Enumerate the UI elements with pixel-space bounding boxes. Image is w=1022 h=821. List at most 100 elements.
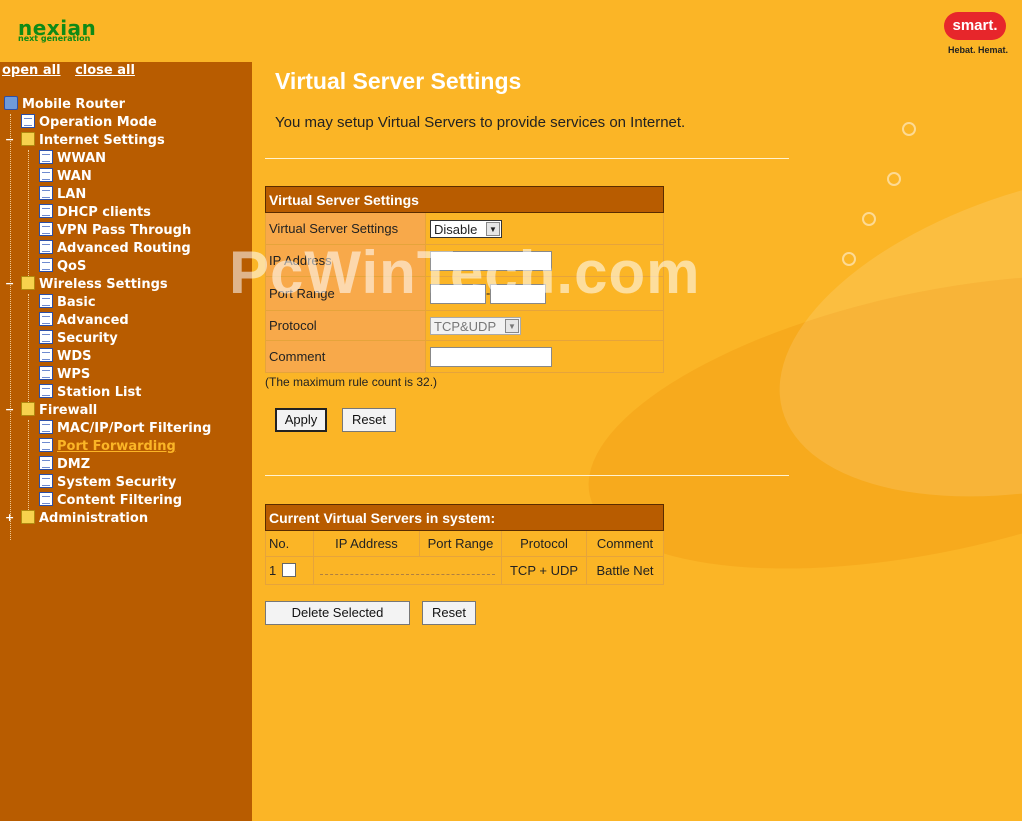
reset-table-button[interactable]: Reset (422, 601, 476, 625)
page-icon (39, 456, 53, 470)
apply-button[interactable]: Apply (275, 408, 327, 432)
tree-item-wwan[interactable]: WWAN (39, 150, 106, 168)
header: nexian next generation smart. Hebat. Hem… (0, 0, 1022, 62)
collapse-icon[interactable]: − (5, 403, 14, 416)
row-protocol-cell: TCP + UDP (501, 556, 587, 585)
page-icon (39, 312, 53, 326)
tree-item-dhcp-clients[interactable]: DHCP clients (39, 204, 151, 222)
smart-tagline: Hebat. Hemat. (948, 45, 1009, 55)
tree-item-system-security[interactable]: System Security (39, 474, 176, 492)
form-header: Virtual Server Settings (265, 186, 664, 213)
chevron-down-icon: ▼ (486, 221, 500, 236)
nexian-tagline: next generation (18, 34, 91, 43)
folder-open-icon (21, 402, 35, 416)
divider (265, 158, 789, 159)
tree-item-content-filtering[interactable]: Content Filtering (39, 492, 182, 510)
delete-selected-button[interactable]: Delete Selected (265, 601, 410, 625)
column-header-comment: Comment (586, 530, 664, 557)
tree-item-administration[interactable]: Administration (21, 510, 148, 528)
reset-button[interactable]: Reset (342, 408, 396, 432)
watermark-text: PcWinTech.com (229, 239, 701, 306)
tree-item-mac-ip-port-filtering[interactable]: MAC/IP/Port Filtering (39, 420, 211, 438)
expand-icon[interactable]: + (5, 511, 14, 524)
tree-line (28, 150, 29, 276)
page-icon (39, 258, 53, 272)
hex-decoration-icon (842, 252, 856, 266)
tree-item-advanced[interactable]: Advanced (39, 312, 129, 330)
page-icon (39, 384, 53, 398)
hex-decoration-icon (862, 212, 876, 226)
current-servers-table: Current Virtual Servers in system: No. I… (265, 504, 664, 585)
tree-item-basic[interactable]: Basic (39, 294, 96, 312)
row-comment-cell: Battle Net (586, 556, 664, 585)
sidebar: open all close all Mobile Router Operati… (0, 62, 252, 821)
close-all-link[interactable]: close all (75, 63, 135, 78)
page-icon (39, 366, 53, 380)
folder-open-icon (21, 276, 35, 290)
page-icon (39, 492, 53, 506)
page-icon (39, 474, 53, 488)
tree-item-station-list[interactable]: Station List (39, 384, 141, 402)
obscured-ip-port-cell (313, 556, 502, 585)
comment-label: Comment (265, 340, 426, 373)
table-row: 1 TCP + UDP Battle Net (265, 556, 664, 585)
column-header-port-range: Port Range (419, 530, 502, 557)
tree-item-advanced-routing[interactable]: Advanced Routing (39, 240, 191, 258)
hex-decoration-icon (902, 122, 916, 136)
tree-item-qos[interactable]: QoS (39, 258, 86, 276)
tree-item-vpn-pass-through[interactable]: VPN Pass Through (39, 222, 191, 240)
tree-item-mobile-router[interactable]: Mobile Router (4, 96, 125, 114)
tree-line (10, 114, 11, 540)
page-icon (39, 150, 53, 164)
tree-item-wan[interactable]: WAN (39, 168, 92, 186)
open-all-link[interactable]: open all (2, 63, 61, 78)
page-intro: You may setup Virtual Servers to provide… (275, 114, 686, 131)
tree-item-internet-settings[interactable]: Internet Settings (21, 132, 165, 150)
tree-item-lan[interactable]: LAN (39, 186, 86, 204)
row-number-cell: 1 (265, 556, 314, 585)
tree-item-dmz[interactable]: DMZ (39, 456, 90, 474)
page-icon (39, 240, 53, 254)
divider (265, 475, 789, 476)
chevron-down-icon: ▼ (505, 318, 519, 333)
tree-line (28, 294, 29, 402)
comment-input[interactable] (430, 346, 552, 367)
main-content: Virtual Server Settings You may setup Vi… (252, 62, 1022, 821)
page-icon (21, 114, 35, 128)
collapse-icon[interactable]: − (5, 133, 14, 146)
tree-item-security[interactable]: Security (39, 330, 118, 348)
page-icon (39, 204, 53, 218)
max-rule-note: (The maximum rule count is 32.) (265, 375, 438, 389)
protocol-label: Protocol (265, 310, 426, 341)
vs-settings-select[interactable]: Disable ▼ (430, 219, 502, 238)
page-icon (39, 330, 53, 344)
tree-item-wds[interactable]: WDS (39, 348, 92, 366)
tree-item-port-forwarding[interactable]: Port Forwarding (39, 438, 176, 456)
smart-logo: smart. (944, 12, 1006, 40)
comment-cell (425, 340, 664, 373)
column-header-ip-address: IP Address (313, 530, 420, 557)
folder-closed-icon (21, 510, 35, 524)
tree-item-operation-mode[interactable]: Operation Mode (21, 114, 157, 132)
row-select-checkbox[interactable] (282, 563, 297, 577)
collapse-icon[interactable]: − (5, 277, 14, 290)
current-servers-header: Current Virtual Servers in system: (265, 504, 664, 531)
page-icon (39, 222, 53, 236)
column-header-no: No. (265, 530, 314, 557)
page-icon (39, 168, 53, 182)
router-icon (4, 96, 18, 110)
page-icon (39, 348, 53, 362)
hex-decoration-icon (887, 172, 901, 186)
column-header-protocol: Protocol (501, 530, 587, 557)
tree-item-wps[interactable]: WPS (39, 366, 90, 384)
protocol-select[interactable]: TCP&UDP ▼ (430, 316, 521, 335)
folder-open-icon (21, 132, 35, 146)
obscured-value (320, 566, 495, 575)
tree-item-wireless-settings[interactable]: Wireless Settings (21, 276, 168, 294)
tree-item-firewall[interactable]: Firewall (21, 402, 97, 420)
page-icon (39, 438, 53, 452)
protocol-cell: TCP&UDP ▼ (425, 310, 664, 341)
page-icon (39, 420, 53, 434)
tree-line (28, 420, 29, 510)
tree-controls: open all close all (2, 63, 145, 78)
